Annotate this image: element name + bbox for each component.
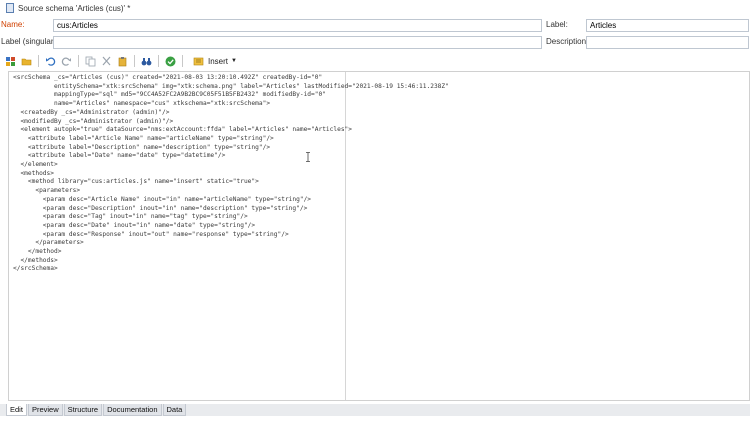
description-input[interactable] <box>586 36 749 49</box>
label-input[interactable] <box>586 19 749 32</box>
toolbar-separator <box>134 55 135 67</box>
schema-document-icon <box>6 3 14 13</box>
dropdown-arrow-icon: ▼ <box>231 58 237 64</box>
xml-code[interactable]: <srcSchema _cs="Articles (cus)" created=… <box>13 74 449 274</box>
open-folder-icon[interactable] <box>20 55 33 68</box>
check-valid-icon[interactable] <box>164 55 177 68</box>
name-input[interactable] <box>53 19 542 32</box>
insert-label: Insert <box>208 56 229 66</box>
undo-icon[interactable] <box>44 55 57 68</box>
cut-icon[interactable] <box>100 55 113 68</box>
label-singular-input[interactable] <box>53 36 542 49</box>
find-binoculars-icon[interactable] <box>140 55 153 68</box>
description-label: Description: <box>546 37 589 46</box>
tab-preview[interactable]: Preview <box>27 404 63 416</box>
copy-icon[interactable] <box>84 55 97 68</box>
name-row: Name: Label: <box>0 18 750 34</box>
new-document-icon[interactable] <box>4 55 17 68</box>
singular-row: Label (singular): Description: <box>0 35 750 51</box>
tab-structure[interactable]: Structure <box>63 404 103 416</box>
insert-button[interactable]: Insert ▼ <box>188 54 241 68</box>
toolbar-separator <box>158 55 159 67</box>
redo-icon[interactable] <box>60 55 73 68</box>
name-label: Name: <box>1 20 25 29</box>
tab-documentation[interactable]: Documentation <box>103 404 162 416</box>
editor-tabs: Edit Preview Structure Documentation Dat… <box>0 404 750 416</box>
insert-icon <box>192 55 205 68</box>
toolbar-separator <box>38 55 39 67</box>
window-title: Source schema 'Articles (cus)' * <box>18 3 131 13</box>
paste-icon[interactable] <box>116 55 129 68</box>
editor-toolbar: Insert ▼ <box>0 52 750 70</box>
label-label: Label: <box>546 20 568 29</box>
xml-editor[interactable]: <srcSchema _cs="Articles (cus)" created=… <box>8 71 750 401</box>
toolbar-separator <box>182 55 183 67</box>
label-singular-label: Label (singular): <box>1 37 59 46</box>
tab-data[interactable]: Data <box>162 404 187 416</box>
text-cursor-icon <box>306 152 310 162</box>
toolbar-separator <box>78 55 79 67</box>
window-titlebar: Source schema 'Articles (cus)' * <box>0 0 750 16</box>
tab-edit[interactable]: Edit <box>6 404 27 416</box>
